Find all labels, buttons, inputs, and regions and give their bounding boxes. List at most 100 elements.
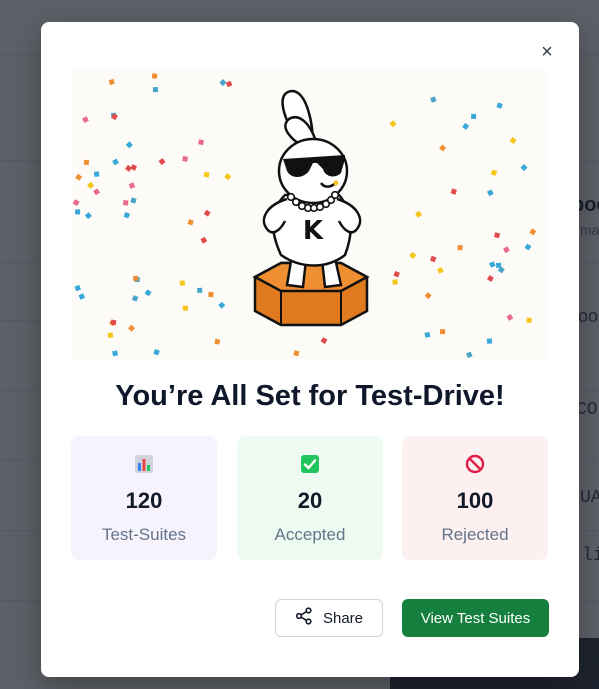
share-button[interactable]: Share: [275, 599, 383, 637]
confetti-piece: [83, 159, 90, 166]
confetti-piece: [224, 173, 232, 181]
confetti-piece: [524, 243, 532, 251]
prohibited-icon: [402, 454, 548, 474]
confetti-piece: [123, 211, 130, 219]
confetti-piece: [526, 317, 532, 323]
success-dialog: × K You’re All Set for Test-Drive! 120 T…: [41, 22, 579, 677]
confetti-piece: [218, 301, 226, 309]
confetti-piece: [107, 332, 114, 339]
confetti-piece: [465, 351, 473, 359]
confetti-piece: [128, 324, 136, 332]
confetti-piece: [225, 80, 233, 88]
confetti-piece: [496, 102, 503, 109]
stat-card-rejected: 100 Rejected: [402, 436, 548, 560]
stat-label: Test-Suites: [101, 525, 187, 544]
confetti-piece: [486, 275, 494, 283]
dialog-title: You’re All Set for Test-Drive!: [115, 380, 505, 412]
confetti-piece: [208, 291, 214, 298]
confetti-piece: [439, 144, 447, 152]
confetti-piece: [187, 219, 194, 226]
confetti-piece: [200, 236, 208, 244]
confetti-piece: [130, 197, 137, 204]
confetti-piece: [179, 280, 186, 286]
confetti-piece: [429, 255, 437, 263]
confetti-piece: [197, 287, 203, 293]
confetti-piece: [94, 171, 100, 177]
confetti-piece: [93, 188, 101, 196]
confetti-piece: [424, 331, 431, 338]
confetti-piece: [462, 122, 470, 130]
share-label: Share: [322, 609, 364, 627]
view-test-suites-button[interactable]: View Test Suites: [402, 599, 549, 637]
confetti-piece: [112, 350, 119, 357]
confetti-piece: [440, 329, 446, 335]
confetti-piece: [125, 141, 133, 149]
confetti-piece: [112, 158, 119, 166]
confetti-piece: [203, 209, 211, 217]
confetti-piece: [457, 245, 463, 251]
confetti-piece: [182, 305, 188, 311]
confetti-piece: [87, 181, 95, 189]
mascot-icon: K: [252, 89, 370, 327]
confetti-piece: [470, 113, 477, 120]
confetti-piece: [72, 199, 80, 206]
confetti-piece: [182, 155, 189, 162]
confetti-piece: [424, 292, 432, 300]
confetti-piece: [153, 349, 160, 356]
confetti-piece: [128, 182, 136, 189]
confetti-piece: [84, 212, 92, 220]
confetti-piece: [74, 284, 82, 292]
confetti-piece: [489, 261, 496, 268]
confetti-piece: [520, 163, 528, 172]
confetti-piece: [503, 246, 510, 254]
confetti-piece: [133, 275, 139, 282]
confetti-piece: [122, 200, 129, 206]
check-box-icon: [237, 454, 383, 474]
confetti-piece: [450, 188, 457, 195]
confetti-piece: [131, 295, 139, 302]
confetti-piece: [392, 279, 398, 285]
confetti-piece: [78, 293, 86, 300]
bar-chart-icon: [71, 454, 217, 474]
confetti-piece: [486, 189, 494, 197]
stat-label: Accepted: [274, 525, 346, 544]
confetti-piece: [389, 120, 397, 128]
celebration-illustration: K: [71, 69, 549, 359]
confetti-piece: [82, 116, 89, 123]
stat-value: 100: [456, 488, 494, 513]
confetti-piece: [486, 338, 493, 344]
close-button[interactable]: ×: [535, 40, 559, 64]
confetti-piece: [415, 210, 422, 218]
stat-value: 120: [125, 488, 163, 513]
stat-card-accepted: 20 Accepted: [237, 436, 383, 560]
confetti-piece: [75, 173, 83, 181]
confetti-piece: [214, 338, 221, 345]
confetti-piece: [409, 252, 417, 259]
confetti-piece: [124, 164, 132, 172]
confetti-piece: [110, 319, 117, 326]
confetti-piece: [430, 96, 437, 103]
stats-row: 120 Test-Suites 20 Accepted 100 Rejected: [71, 436, 549, 560]
confetti-piece: [506, 313, 514, 321]
mascot-badge-letter: K: [303, 216, 324, 246]
confetti-piece: [203, 171, 210, 178]
confetti-piece: [198, 139, 205, 146]
confetti-piece: [293, 350, 300, 357]
confetti-piece: [529, 228, 537, 236]
confetti-piece: [493, 232, 501, 239]
confetti-piece: [219, 79, 227, 87]
stat-value: 20: [297, 488, 323, 513]
confetti-piece: [490, 169, 498, 176]
confetti-piece: [130, 164, 138, 171]
confetti-piece: [509, 137, 517, 145]
stat-label: Rejected: [441, 525, 509, 544]
confetti-piece: [393, 271, 400, 278]
share-icon: [295, 607, 313, 629]
confetti-piece: [75, 209, 81, 215]
confetti-piece: [151, 73, 158, 79]
confetti-piece: [437, 267, 444, 274]
confetti-piece: [108, 78, 115, 86]
confetti-piece: [152, 87, 159, 93]
stat-card-test-suites: 120 Test-Suites: [71, 436, 217, 560]
confetti-piece: [158, 158, 166, 166]
